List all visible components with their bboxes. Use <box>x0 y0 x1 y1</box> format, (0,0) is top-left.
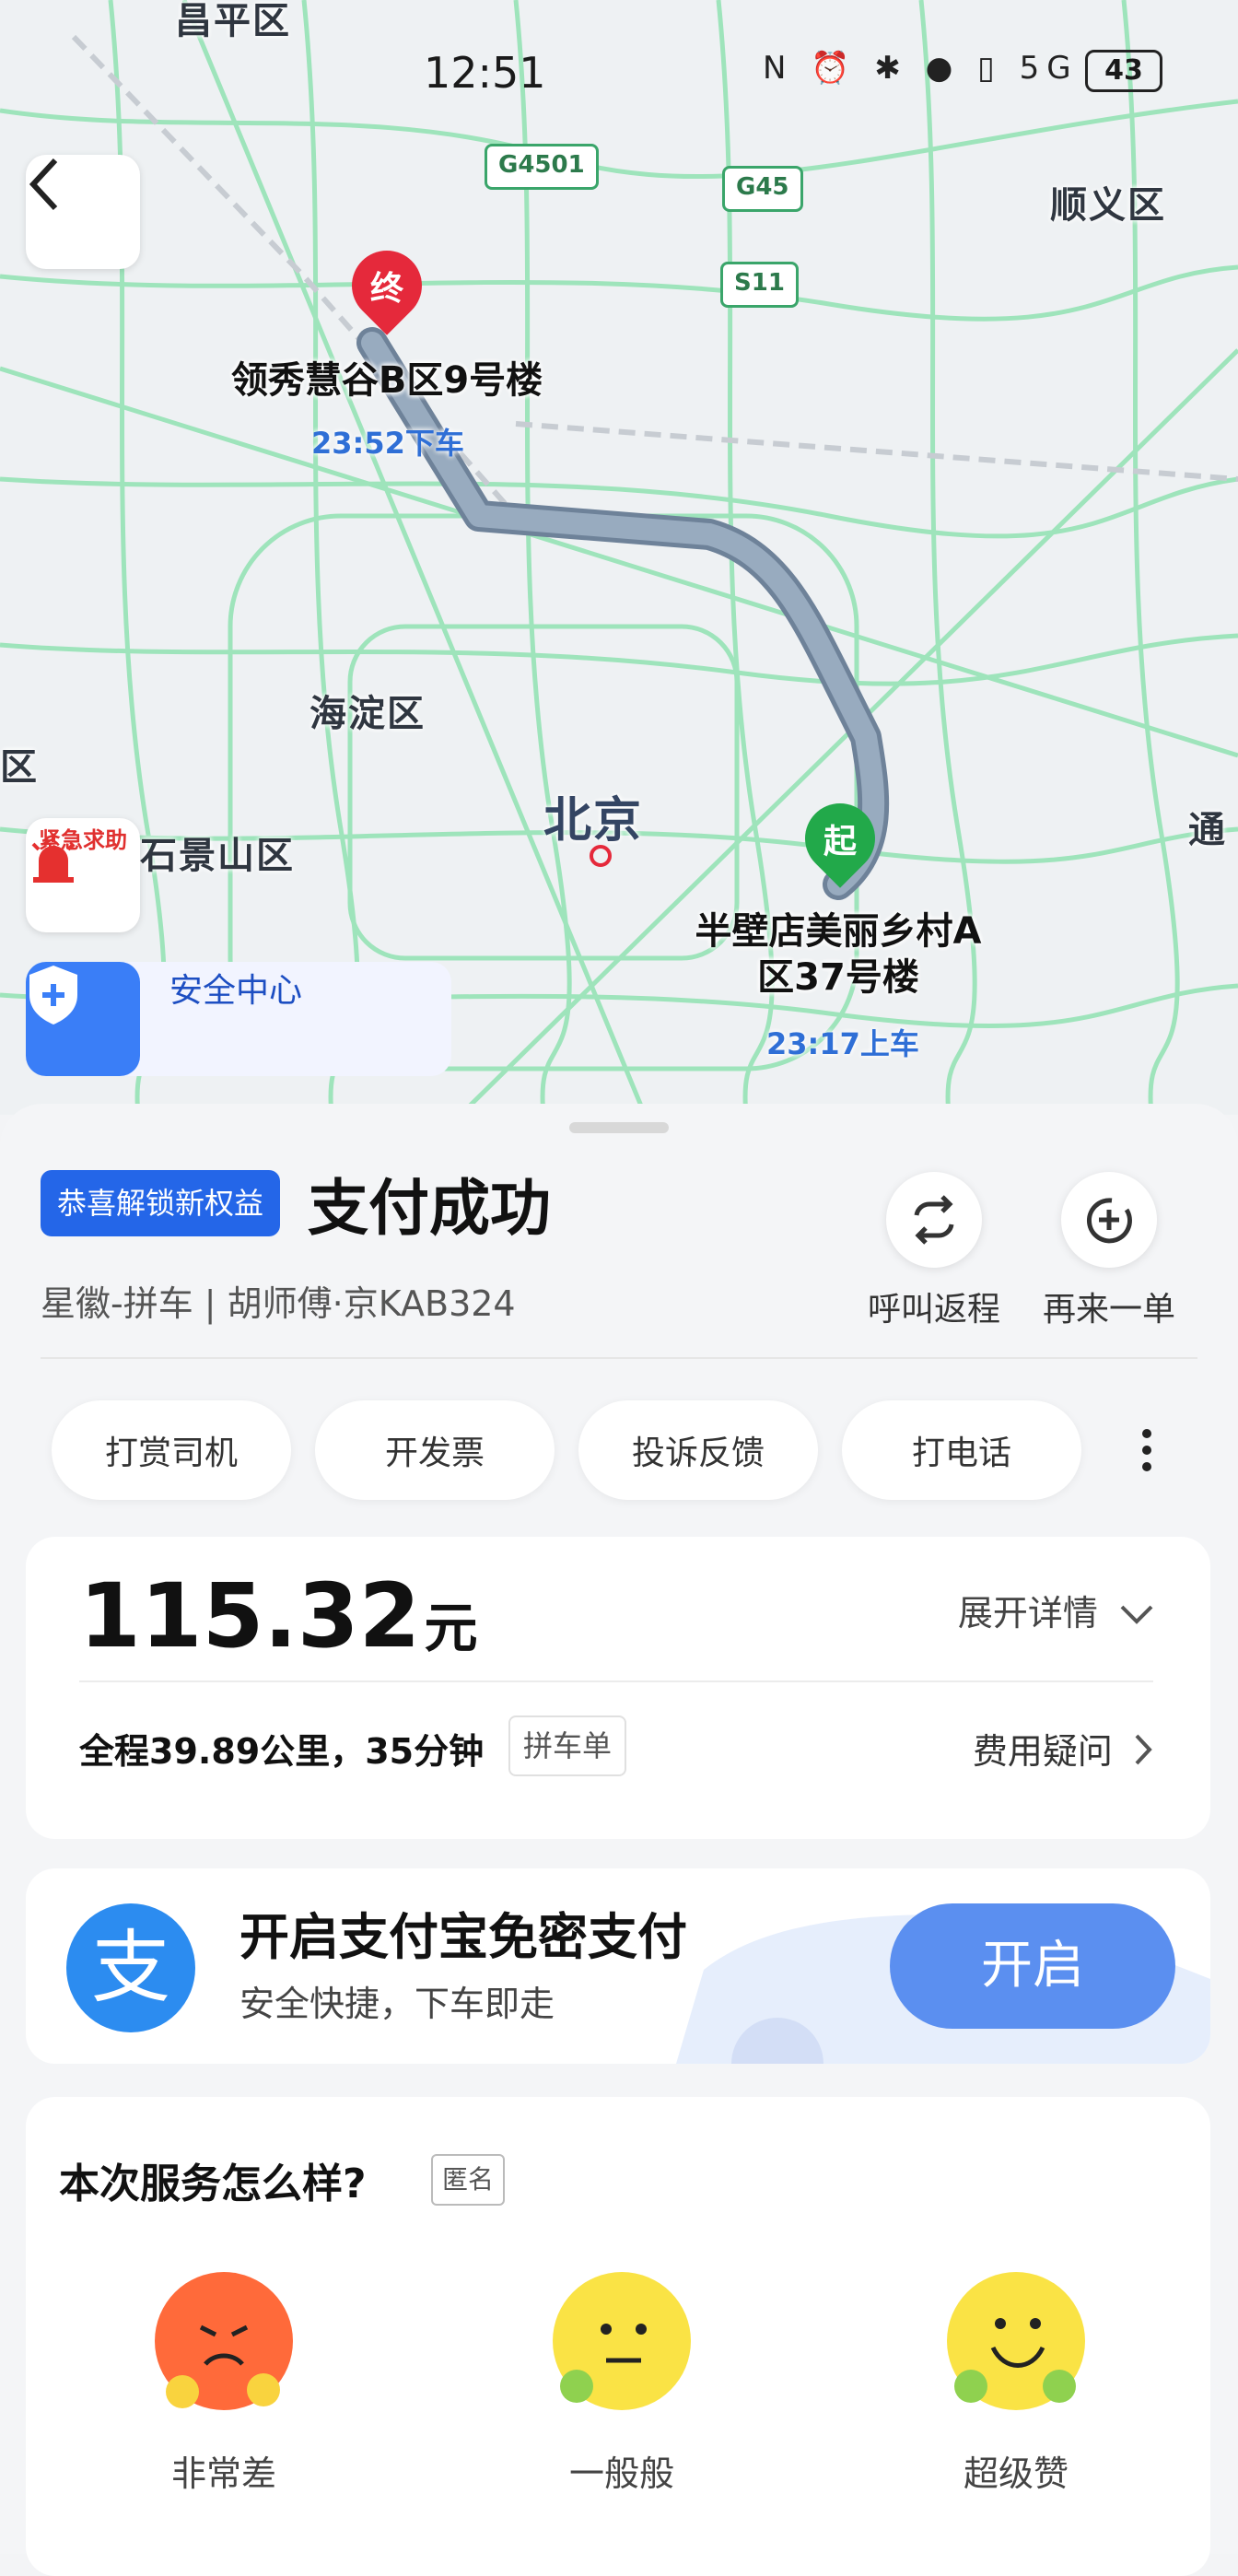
order-sheet: 恭喜解锁新权益 支付成功 星徽-拼车 | 胡师傅·京KAB324 呼叫返程 再来… <box>0 1104 1238 2576</box>
district-haidian: 海淀区 <box>310 693 426 735</box>
trip-info: 全程39.89公里，35分钟 <box>79 1731 485 1772</box>
expand-details-button[interactable]: 展开详情 <box>958 1585 1155 1635</box>
alipay-card: 支 开启支付宝免密支付 安全快捷，下车即走 开启 <box>26 1868 1210 2064</box>
order-again-label: 再来一单 <box>1042 1291 1175 1329</box>
payment-status-title: 支付成功 <box>308 1173 551 1244</box>
back-button[interactable] <box>26 155 140 269</box>
chevron-right-icon <box>1135 1734 1152 1765</box>
status-icons: N ⏰ ✱ ● ▯ 5G <box>763 50 1079 87</box>
angry-face-icon <box>166 2324 280 2408</box>
call-button[interactable]: 打电话 <box>842 1400 1081 1500</box>
district-changping: 昌平区 <box>175 0 291 42</box>
map-roads <box>0 0 1238 1115</box>
fare-unit: 元 <box>424 1597 478 1659</box>
rating-title: 本次服务怎么样? <box>59 2160 367 2207</box>
rating-bad-icon[interactable] <box>155 2272 293 2410</box>
fare-amount-value: 115.32 <box>79 1564 421 1668</box>
repeat-icon <box>914 1195 954 1245</box>
expand-details-label: 展开详情 <box>957 1593 1098 1633</box>
neutral-face-icon <box>560 2324 647 2403</box>
return-trip-button[interactable] <box>886 1172 982 1268</box>
district-partial: 区 <box>0 746 39 789</box>
fee-question-label: 费用疑问 <box>972 1731 1113 1772</box>
origin-name-line2: 区37号楼 <box>757 956 919 999</box>
anonymous-tag[interactable]: 匿名 <box>431 2154 506 2206</box>
status-time: 12:51 <box>424 48 546 98</box>
chevron-left-icon <box>29 158 58 211</box>
carpool-tag: 拼车单 <box>508 1715 627 1776</box>
chevron-down-icon <box>1120 1605 1153 1624</box>
enable-alipay-button[interactable]: 开启 <box>890 1903 1175 2029</box>
fee-question-link[interactable]: 费用疑问 <box>973 1723 1155 1774</box>
order-again-button[interactable] <box>1061 1172 1157 1268</box>
fare-card: 115.32元 展开详情 全程39.89公里，35分钟 拼车单 费用疑问 <box>26 1537 1210 1839</box>
origin-name: 半壁店美丽乡村A 区37号楼 <box>663 908 1013 1001</box>
more-vertical-icon <box>1142 1429 1151 1471</box>
invoice-button[interactable]: 开发票 <box>315 1400 555 1500</box>
map-view[interactable]: 昌平区 顺义区 海淀区 北京 石景山区 通 区 G4501 G45 S11 12… <box>0 0 1238 1115</box>
order-subtitle: 星徽-拼车 | 胡师傅·京KAB324 <box>41 1283 516 1324</box>
status-bar: 12:51 N ⏰ ✱ ● ▯ 5G 43 <box>0 44 1238 100</box>
district-tong: 通 <box>1188 809 1227 851</box>
alarm-icon <box>31 835 76 883</box>
battery-icon: 43 <box>1085 50 1162 92</box>
rights-badge[interactable]: 恭喜解锁新权益 <box>41 1170 281 1236</box>
happy-face-icon <box>954 2318 1076 2403</box>
sheet-handle[interactable] <box>569 1122 669 1133</box>
rating-great-icon[interactable] <box>947 2272 1085 2410</box>
rating-bad-label: 非常差 <box>170 2453 276 2494</box>
alipay-title: 开启支付宝免密支付 <box>239 1908 687 1966</box>
tip-driver-button[interactable]: 打赏司机 <box>52 1400 291 1500</box>
destination-name: 领秀慧谷B区9号楼 <box>230 359 543 402</box>
district-shunyi: 顺义区 <box>1050 184 1166 227</box>
district-beijing: 北京 <box>543 793 644 849</box>
road-sign-g45: G45 <box>722 166 803 212</box>
sos-button[interactable]: 紧急求助 <box>26 818 140 932</box>
shield-icon <box>29 966 77 1025</box>
origin-name-line1: 半壁店美丽乡村A <box>695 910 982 953</box>
rating-ok-icon[interactable] <box>553 2272 691 2410</box>
add-circle-icon <box>1087 1198 1132 1244</box>
district-shijingshan: 石景山区 <box>140 835 295 877</box>
road-sign-g4501: G4501 <box>485 144 599 190</box>
safety-center[interactable]: 安全中心 <box>26 962 451 1076</box>
more-button[interactable] <box>1133 1417 1161 1481</box>
alipay-subtitle: 安全快捷，下车即走 <box>239 1984 555 2024</box>
rating-card: 本次服务怎么样? 匿名 非常差 一般般 超级赞 <box>26 2097 1210 2576</box>
destination-time: 23:52下车 <box>311 426 464 461</box>
return-trip-label: 呼叫返程 <box>867 1291 1000 1329</box>
road-sign-s11: S11 <box>720 262 799 308</box>
safety-center-label: 安全中心 <box>169 972 303 1010</box>
safety-icon-box <box>26 962 140 1076</box>
fare-amount: 115.32元 <box>79 1564 477 1668</box>
sheet-divider <box>41 1357 1197 1359</box>
fare-divider <box>79 1680 1153 1682</box>
complaint-button[interactable]: 投诉反馈 <box>578 1400 818 1500</box>
rating-ok-label: 一般般 <box>568 2453 674 2494</box>
alipay-logo: 支 <box>66 1903 195 2032</box>
rating-great-label: 超级赞 <box>963 2453 1069 2494</box>
origin-time: 23:17上车 <box>766 1026 919 1061</box>
